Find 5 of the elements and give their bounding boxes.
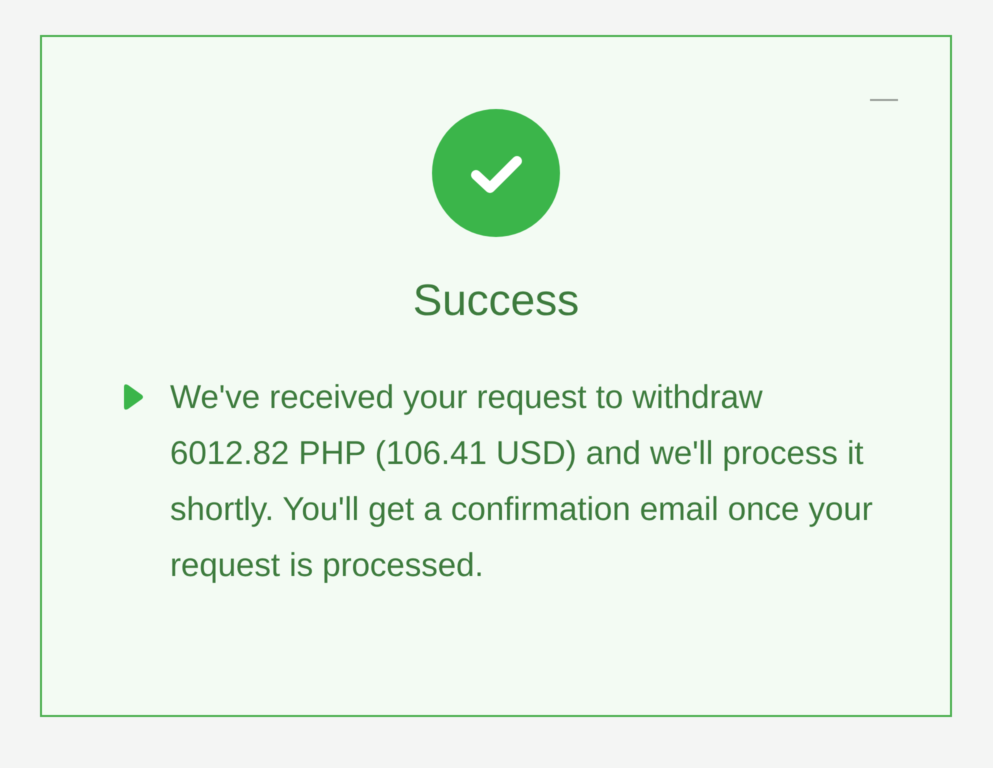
minimize-icon[interactable] [870,98,898,102]
message-text: We've received your request to withdraw 6012.82 PHP (106.41 USD) and we'll process it shortly. You'll get a confirmation email once your request is processed. [170,377,874,585]
triangle-bullet-icon [122,383,144,411]
dialog-title: Success [412,275,580,327]
check-circle-icon [432,109,560,237]
